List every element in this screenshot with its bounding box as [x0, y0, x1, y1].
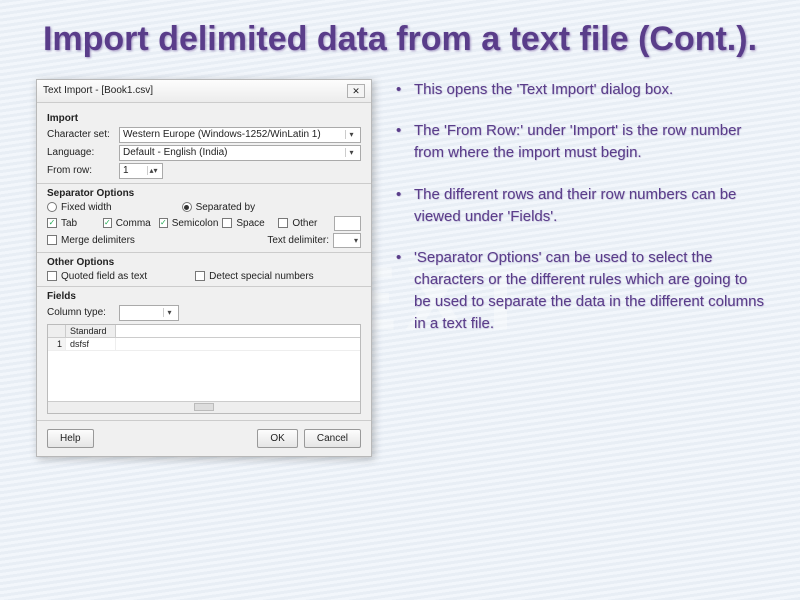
cancel-button[interactable]: Cancel	[304, 429, 361, 448]
dialog-titlebar: Text Import - [Book1.csv] ✕	[37, 80, 371, 103]
import-heading: Import	[47, 113, 361, 124]
language-label: Language:	[47, 147, 119, 158]
charset-select[interactable]: Western Europe (Windows-1252/WinLatin 1)…	[119, 127, 361, 143]
text-import-dialog: Text Import - [Book1.csv] ✕ Import Chara…	[36, 79, 372, 457]
list-item: This opens the 'Text Import' dialog box.	[396, 79, 764, 101]
comma-checkbox[interactable]: Comma	[103, 218, 149, 229]
close-icon[interactable]: ✕	[347, 84, 365, 98]
text-delimiter-select[interactable]	[333, 233, 361, 248]
slide-title: Import delimited data from a text file (…	[0, 0, 800, 73]
other-options-heading: Other Options	[47, 257, 361, 268]
ok-button[interactable]: OK	[257, 429, 297, 448]
semicolon-checkbox[interactable]: Semicolon	[159, 218, 212, 229]
other-checkbox[interactable]: Other	[278, 218, 324, 229]
language-select[interactable]: Default - English (India) ▾	[119, 145, 361, 161]
list-item: The different rows and their row numbers…	[396, 184, 764, 228]
quoted-field-checkbox[interactable]: Quoted field as text	[47, 271, 147, 282]
column-header: Standard	[66, 325, 116, 337]
detect-special-checkbox[interactable]: Detect special numbers	[195, 271, 314, 282]
tab-checkbox[interactable]: Tab	[47, 218, 93, 229]
separator-heading: Separator Options	[47, 188, 361, 199]
spinner-arrows-icon: ▴▾	[147, 166, 159, 175]
charset-label: Character set:	[47, 129, 119, 140]
cell-value: dsfsf	[66, 338, 116, 350]
charset-value: Western Europe (Windows-1252/WinLatin 1)	[123, 129, 321, 140]
bullet-list: This opens the 'Text Import' dialog box.…	[396, 79, 764, 457]
fixed-width-radio[interactable]: Fixed width	[47, 202, 112, 213]
horizontal-scrollbar[interactable]	[48, 401, 360, 413]
chevron-down-icon: ▾	[345, 130, 357, 139]
fromrow-stepper[interactable]: 1 ▴▾	[119, 163, 163, 179]
help-button[interactable]: Help	[47, 429, 94, 448]
text-delimiter-label: Text delimiter:	[267, 235, 329, 246]
merge-delimiters-checkbox[interactable]: Merge delimiters	[47, 235, 135, 246]
fields-preview[interactable]: Standard 1 dsfsf	[47, 324, 361, 414]
list-item: The 'From Row:' under 'Import' is the ro…	[396, 120, 764, 164]
fromrow-label: From row:	[47, 165, 119, 176]
fromrow-value: 1	[123, 165, 129, 176]
dialog-title: Text Import - [Book1.csv]	[43, 85, 153, 96]
separated-by-radio[interactable]: Separated by	[182, 202, 256, 213]
list-item: 'Separator Options' can be used to selec…	[396, 247, 764, 334]
space-checkbox[interactable]: Space	[222, 218, 268, 229]
fields-heading: Fields	[47, 291, 361, 302]
row-number: 1	[48, 338, 66, 350]
other-delimiter-input[interactable]	[334, 216, 361, 231]
chevron-down-icon: ▾	[163, 308, 175, 317]
language-value: Default - English (India)	[123, 147, 228, 158]
column-type-label: Column type:	[47, 307, 119, 318]
table-row: 1 dsfsf	[48, 338, 360, 351]
column-type-select[interactable]: ▾	[119, 305, 179, 321]
chevron-down-icon: ▾	[345, 148, 357, 157]
